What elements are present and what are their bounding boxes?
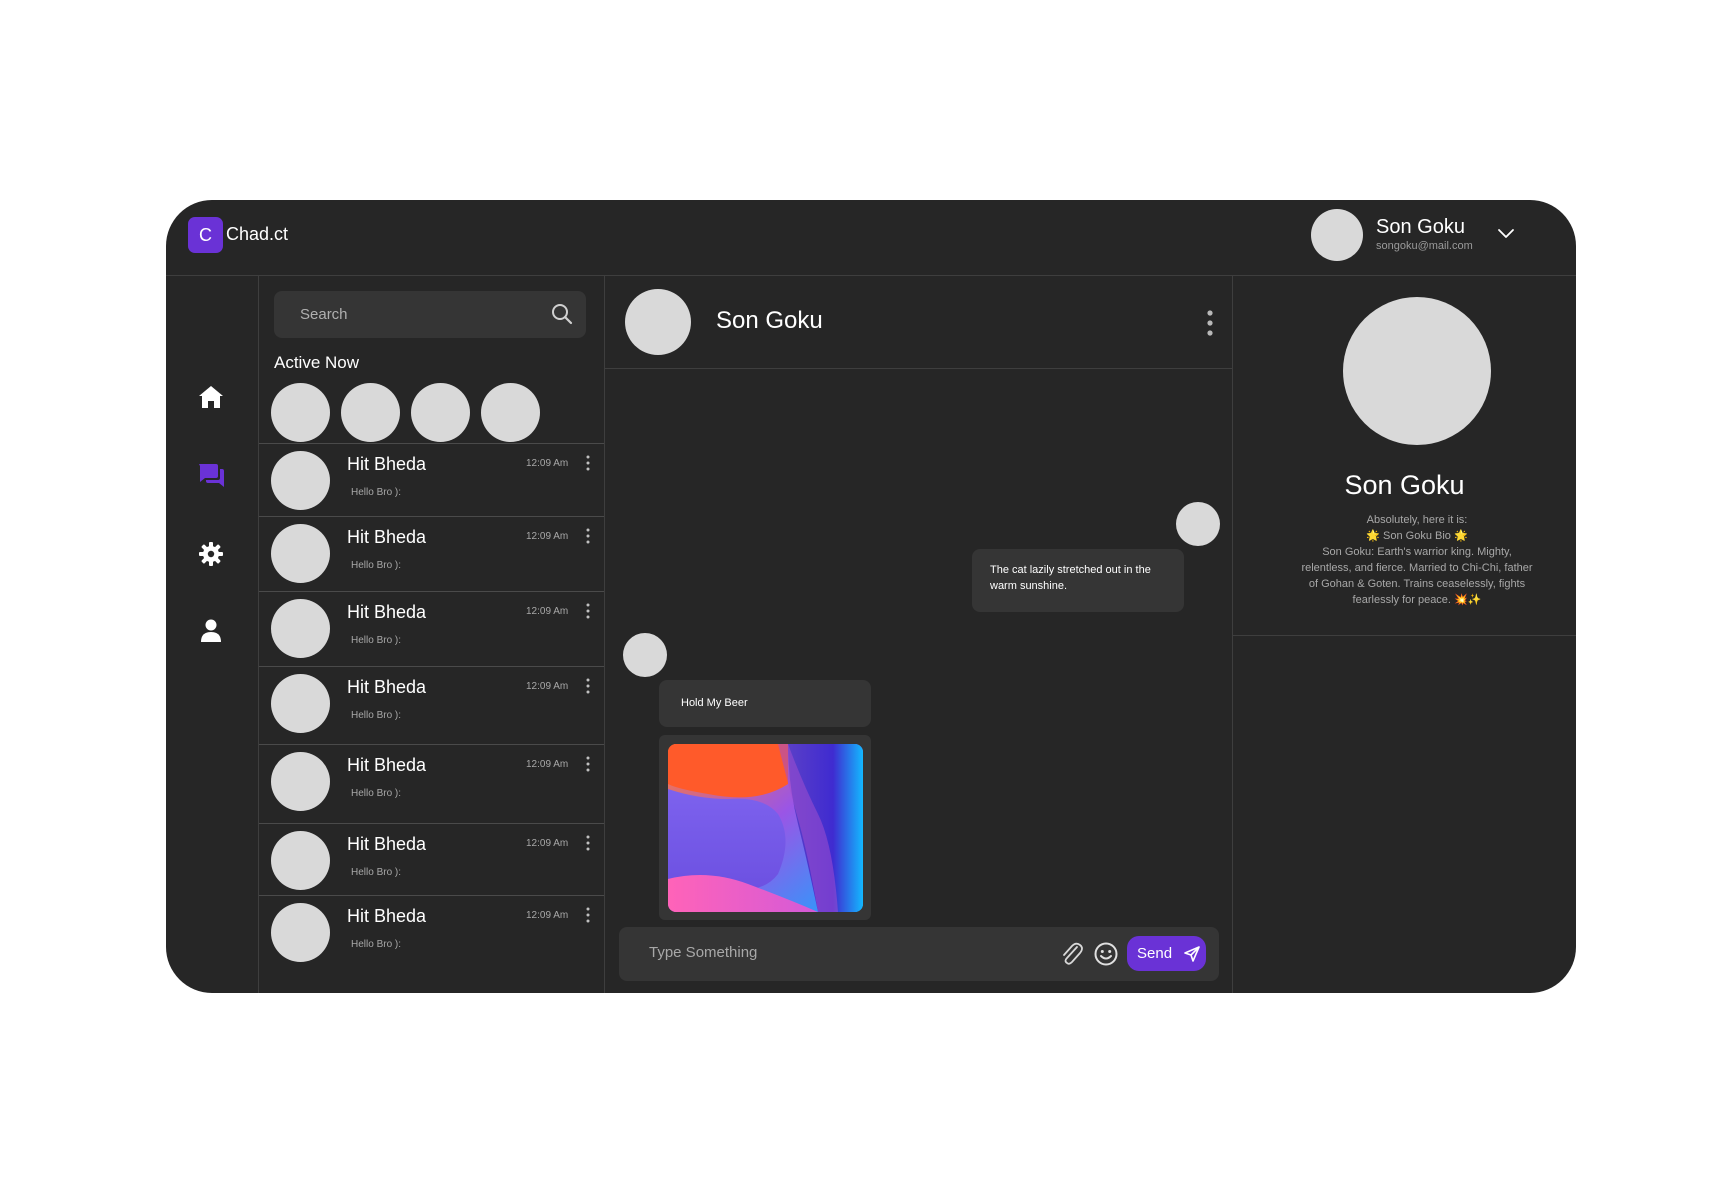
chat-panel: Son Goku The cat lazily stretched out in… (605, 275, 1233, 993)
avatar[interactable] (1311, 209, 1363, 261)
bio-line: fearlessly for peace. 💥✨ (1352, 594, 1482, 606)
conversation-item[interactable]: Hit Bheda Hello Bro ): 12:09 Am (259, 443, 604, 519)
search-placeholder: Search (300, 306, 348, 323)
conversation-preview: Hello Bro ): (351, 939, 402, 950)
active-user-avatar[interactable] (341, 383, 400, 442)
more-options-icon[interactable] (585, 455, 591, 471)
conversation-time: 12:09 Am (526, 681, 569, 692)
app-name: Chad.ct (226, 224, 289, 244)
more-options-icon[interactable] (1206, 308, 1214, 338)
current-user-name: Son Goku (1376, 216, 1465, 238)
conversation-item[interactable]: Hit Bheda Hello Bro ): 12:09 Am (259, 895, 604, 971)
more-options-icon[interactable] (585, 528, 591, 544)
conversation-name: Hit Bheda (347, 454, 427, 474)
conversation-preview: Hello Bro ): (351, 867, 402, 878)
profile-name: Son Goku (1344, 470, 1465, 500)
conversation-item[interactable]: Hit Bheda Hello Bro ): 12:09 Am (259, 666, 604, 742)
conversation-name: Hit Bheda (347, 906, 427, 926)
conversation-time: 12:09 Am (526, 606, 569, 617)
bio-line: Absolutely, here it is: (1366, 514, 1468, 526)
conversation-name: Hit Bheda (347, 527, 427, 547)
search-input[interactable]: Search (274, 291, 586, 338)
conversation-preview: Hello Bro ): (351, 710, 402, 721)
search-icon[interactable] (550, 302, 574, 326)
contact-name: Son Goku (716, 307, 823, 334)
contact-avatar[interactable] (625, 289, 691, 355)
send-button[interactable]: Send (1127, 936, 1206, 971)
chat-icon[interactable] (196, 460, 226, 490)
conversation-name: Hit Bheda (347, 602, 427, 622)
avatar (271, 903, 330, 962)
active-user-avatar[interactable] (411, 383, 470, 442)
conversation-item[interactable]: Hit Bheda Hello Bro ): 12:09 Am (259, 591, 604, 667)
gear-icon[interactable] (196, 539, 226, 569)
profile-panel: Son Goku Absolutely, here it is: 🌟 Son G… (1233, 275, 1576, 636)
home-icon[interactable] (196, 382, 226, 412)
bio-line: of Gohan & Goten. Trains ceaselessly, fi… (1308, 578, 1526, 590)
active-user-avatar[interactable] (271, 383, 330, 442)
more-options-icon[interactable] (585, 756, 591, 772)
conversation-item[interactable]: Hit Bheda Hello Bro ): 12:09 Am (259, 823, 604, 899)
more-options-icon[interactable] (585, 907, 591, 923)
profile-bio: Absolutely, here it is: 🌟 Son Goku Bio 🌟… (1285, 512, 1549, 608)
current-user-email: songoku@mail.com (1376, 240, 1473, 252)
chevron-down-icon[interactable] (1496, 224, 1516, 244)
conversation-preview: Hello Bro ): (351, 635, 402, 646)
more-options-icon[interactable] (585, 835, 591, 851)
conversation-preview: Hello Bro ): (351, 788, 402, 799)
conversation-item[interactable]: Hit Bheda Hello Bro ): 12:09 Am (259, 516, 604, 592)
chat-header: Son Goku (605, 275, 1232, 369)
message-bubble-left: Hold My Beer (659, 680, 871, 727)
conversation-name: Hit Bheda (347, 834, 427, 854)
sender-avatar (1176, 502, 1220, 546)
emoji-icon[interactable] (1093, 941, 1119, 967)
conversation-time: 12:09 Am (526, 838, 569, 849)
bio-line: Son Goku: Earth's warrior king. Mighty, (1322, 546, 1512, 558)
message-input[interactable]: Type Something (649, 944, 757, 961)
top-bar: C Chad.ct Son Goku songoku@mail.com (166, 200, 1576, 276)
conversation-time: 12:09 Am (526, 531, 569, 542)
bio-line: 🌟 Son Goku Bio 🌟 (1366, 530, 1468, 542)
conversation-preview: Hello Bro ): (351, 487, 402, 498)
conversation-name: Hit Bheda (347, 677, 427, 697)
avatar (271, 674, 330, 733)
conversation-preview: Hello Bro ): (351, 560, 402, 571)
paperclip-icon[interactable] (1060, 941, 1084, 967)
conversation-time: 12:09 Am (526, 759, 569, 770)
image-message[interactable] (659, 735, 871, 920)
more-options-icon[interactable] (585, 678, 591, 694)
conversation-name: Hit Bheda (347, 755, 427, 775)
shared-image (668, 744, 863, 912)
avatar (271, 524, 330, 583)
app-window: C Chad.ct Son Goku songoku@mail.com Sear… (166, 200, 1576, 993)
conversation-time: 12:09 Am (526, 910, 569, 921)
active-now-title: Active Now (274, 353, 360, 372)
nav-rail (166, 275, 259, 993)
sender-avatar (623, 633, 667, 677)
avatar (271, 451, 330, 510)
more-options-icon[interactable] (585, 603, 591, 619)
avatar (271, 831, 330, 890)
active-user-avatar[interactable] (481, 383, 540, 442)
avatar (271, 599, 330, 658)
bio-line: relentless, and fierce. Married to Chi-C… (1301, 562, 1533, 574)
logo-mark: C (188, 217, 223, 253)
user-icon[interactable] (196, 616, 226, 646)
message-bubble-right: The cat lazily stretched out in the warm… (972, 549, 1184, 612)
message-composer[interactable]: Type Something Send (619, 927, 1219, 981)
send-label: Send (1137, 945, 1173, 962)
conversation-time: 12:09 Am (526, 458, 569, 469)
avatar (271, 752, 330, 811)
send-icon (1184, 945, 1200, 962)
profile-avatar (1343, 297, 1491, 445)
conversation-panel: Search Active Now Hit Bheda Hello Bro ): 1… (259, 275, 605, 993)
conversation-item[interactable]: Hit Bheda Hello Bro ): 12:09 Am (259, 744, 604, 820)
